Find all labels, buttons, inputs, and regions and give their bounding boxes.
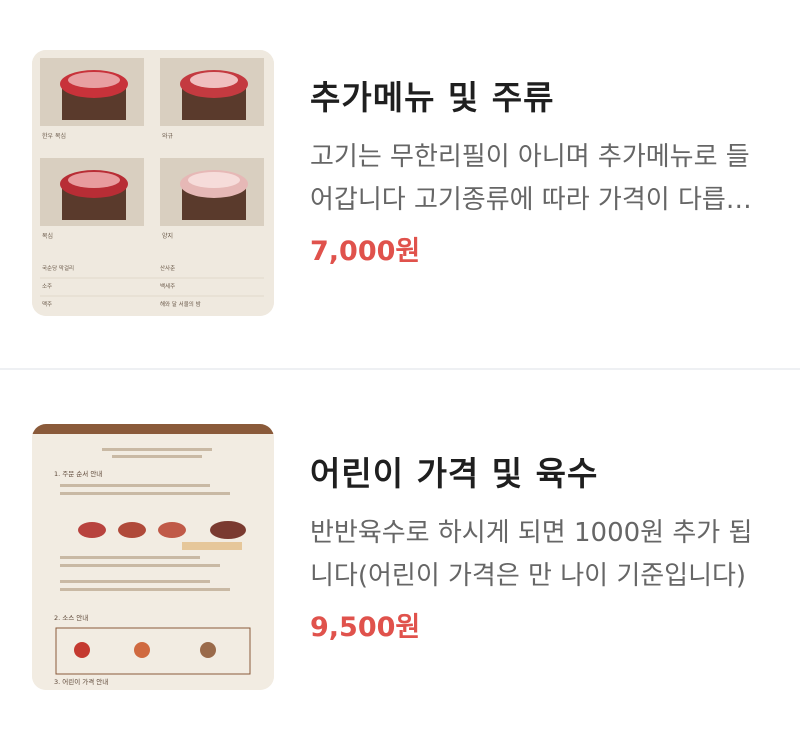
menu-item-info: 어린이 가격 및 육수 반반육수로 하시게 되면 1000원 추가 됩니다(어린… bbox=[310, 448, 770, 648]
image-caption: 3. 어린이 가격 안내 bbox=[54, 677, 108, 686]
menu-item-title: 어린이 가격 및 육수 bbox=[310, 454, 599, 493]
image-caption: 맥주 bbox=[42, 300, 52, 308]
menu-item-info: 추가메뉴 및 주류 고기는 무한리필이 아니며 추가메뉴로 들어갑니다 고기종류… bbox=[310, 72, 770, 272]
menu-item-image[interactable]: 한우 목심 와규 목심 양지 국순당 막걸리 산사춘 소주 백세주 맥주 해와 … bbox=[32, 50, 274, 316]
image-caption: 백세주 bbox=[160, 282, 175, 290]
image-caption: 1. 주문 순서 안내 bbox=[54, 469, 102, 478]
menu-item-title: 추가메뉴 및 주류 bbox=[310, 78, 555, 117]
menu-item-description: 반반육수로 하시게 되면 1000원 추가 됩니다(어린이 가격은 만 나이 기… bbox=[310, 518, 753, 591]
menu-item-image[interactable]: 1. 주문 순서 안내 2. 소스 안내 3. 어린이 가격 안내 bbox=[32, 424, 274, 690]
menu-item-price: 9,500원 bbox=[310, 612, 421, 643]
image-caption: 와규 bbox=[162, 133, 174, 140]
image-caption: 2. 소스 안내 bbox=[54, 613, 88, 622]
image-caption: 해와 달 서울의 밤 bbox=[160, 300, 201, 308]
menu-item[interactable]: 한우 목심 와규 목심 양지 국순당 막걸리 산사춘 소주 백세주 맥주 해와 … bbox=[0, 0, 800, 370]
image-caption: 한우 목심 bbox=[42, 132, 66, 140]
image-caption: 국순당 막걸리 bbox=[42, 264, 74, 272]
image-caption: 목심 bbox=[42, 232, 53, 240]
menu-item-price: 7,000원 bbox=[310, 236, 421, 267]
image-caption: 소주 bbox=[42, 283, 52, 290]
menu-list: 한우 목심 와규 목심 양지 국순당 막걸리 산사춘 소주 백세주 맥주 해와 … bbox=[0, 0, 800, 740]
image-caption: 산사춘 bbox=[160, 264, 175, 272]
menu-item[interactable]: 1. 주문 순서 안내 2. 소스 안내 3. 어린이 가격 안내 어린이 가격… bbox=[0, 370, 800, 740]
image-caption: 양지 bbox=[162, 232, 173, 240]
menu-item-description: 고기는 무한리필이 아니며 추가메뉴로 들어갑니다 고기종류에 따라 가격이 다… bbox=[310, 142, 750, 215]
